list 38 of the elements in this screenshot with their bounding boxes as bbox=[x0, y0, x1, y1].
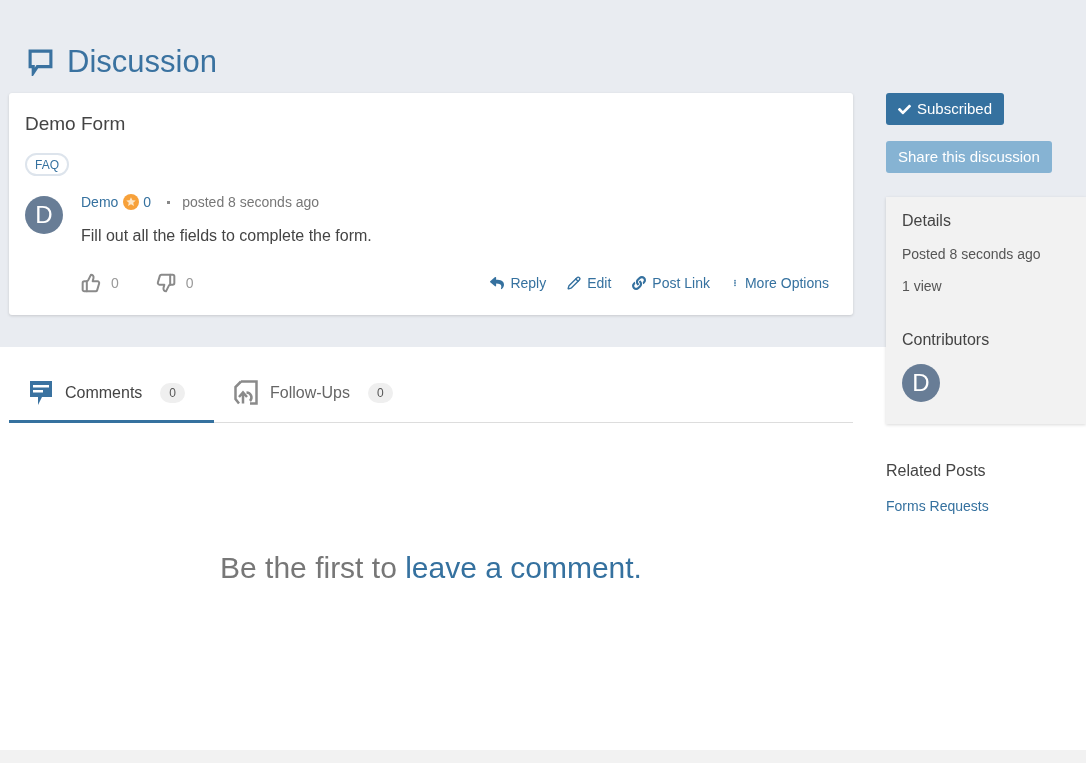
vote-count: 0 bbox=[185, 273, 194, 293]
tag-link[interactable]: FAQ bbox=[25, 153, 69, 176]
post-action-link[interactable]: Edit bbox=[567, 272, 612, 294]
tab[interactable]: Comments 0 bbox=[9, 365, 214, 423]
author-avatar: D bbox=[25, 196, 63, 234]
page-title: Discussion bbox=[67, 43, 217, 81]
thumbs-up-icon[interactable] bbox=[81, 273, 101, 293]
author-points: 0 bbox=[143, 192, 152, 212]
related-post-link[interactable]: Forms Requests bbox=[886, 496, 989, 516]
view-count: 1 view bbox=[902, 277, 943, 296]
post-action-link[interactable]: Reply bbox=[490, 272, 547, 294]
author-name-link[interactable]: Demo bbox=[81, 191, 119, 213]
contributors-heading: Contributors bbox=[902, 330, 991, 350]
speech-bubble-icon bbox=[28, 48, 53, 76]
post-time: posted 8 seconds ago bbox=[182, 192, 320, 212]
contributor-avatar: D bbox=[902, 364, 940, 402]
check-icon bbox=[898, 102, 911, 116]
reply-icon bbox=[490, 276, 505, 290]
details-heading: Details bbox=[902, 211, 952, 231]
post-action-link[interactable]: More Options bbox=[730, 272, 829, 294]
document-arrow-icon bbox=[234, 380, 258, 405]
related-posts-heading: Related Posts bbox=[886, 461, 986, 481]
post-title: Demo Form bbox=[25, 112, 127, 136]
posted-time: Posted 8 seconds ago bbox=[902, 245, 1042, 264]
empty-comments-message: Be the first to leave a comment. bbox=[219, 550, 643, 586]
link-icon bbox=[632, 276, 647, 290]
tab[interactable]: Follow-Ups 0 bbox=[214, 365, 413, 423]
leave-comment-link[interactable]: leave a comment. bbox=[405, 551, 642, 584]
vote-count: 0 bbox=[111, 273, 119, 293]
post-action-link[interactable]: Post Link bbox=[632, 272, 710, 294]
comment-icon bbox=[29, 379, 53, 406]
subscribed-button[interactable]: Subscribed bbox=[886, 93, 1005, 125]
thumbs-down-icon[interactable] bbox=[155, 273, 176, 293]
post-body: Fill out all the fields to complete the form. bbox=[81, 226, 373, 246]
tab-count: 0 bbox=[368, 382, 393, 403]
tab-count: 0 bbox=[160, 382, 186, 403]
pencil-icon bbox=[567, 276, 582, 290]
star-badge-icon bbox=[123, 194, 140, 210]
